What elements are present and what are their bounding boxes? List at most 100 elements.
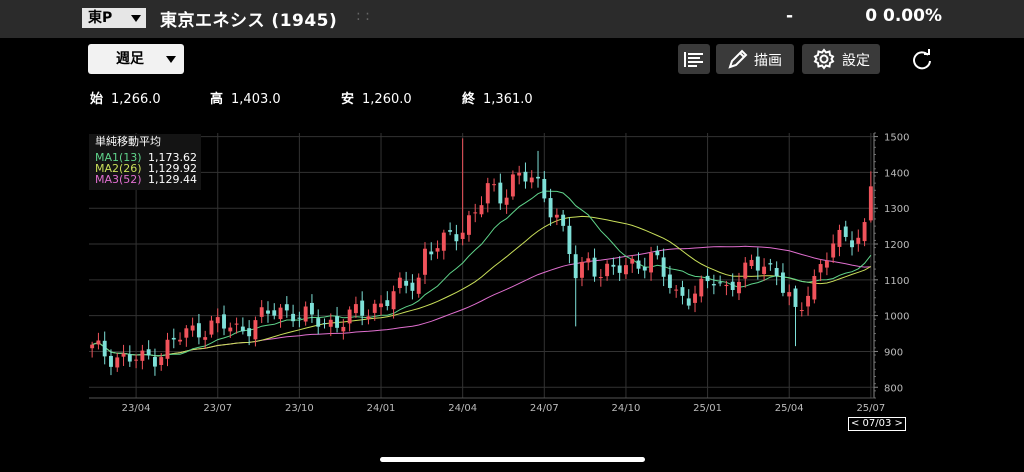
candle-body <box>498 182 503 204</box>
price-chart[interactable]: 800 900 1000 1100 1200 1300 1400 1500 23/04 23/0… <box>0 0 1024 472</box>
y-tick-label: 1100 <box>884 276 909 287</box>
y-tick-label: 800 <box>884 383 903 394</box>
x-tick-label: 24/10 <box>612 403 641 414</box>
x-tick-label: 23/04 <box>122 403 151 414</box>
candle-body <box>441 232 446 251</box>
candle-body <box>266 310 270 314</box>
candle-body <box>234 323 239 325</box>
y-tick-label: 900 <box>884 347 903 358</box>
candle-body <box>567 225 572 255</box>
candle-body <box>366 316 371 320</box>
x-tick-label: 25/04 <box>775 403 804 414</box>
ma-path <box>91 245 871 357</box>
candle-body <box>316 318 321 327</box>
ma2-line <box>91 215 872 357</box>
y-tick-label: 1500 <box>884 133 909 144</box>
candle-body <box>328 319 333 327</box>
candle-body <box>605 263 610 277</box>
y-tick-label: 1200 <box>884 240 909 251</box>
candle-body <box>222 314 226 329</box>
candle-body <box>372 303 377 313</box>
candle-body <box>322 323 327 325</box>
candle-body <box>868 186 873 221</box>
candle-body <box>297 317 302 319</box>
candle-body <box>843 226 848 237</box>
y-axis: 800 900 1000 1100 1200 1300 1400 1500 <box>873 132 909 399</box>
candle-body <box>102 340 107 357</box>
x-axis: 23/04 23/07 23/10 24/01 24/04 24/07 24/10 25/01… <box>89 397 885 414</box>
candle-body <box>215 317 220 324</box>
x-tick-label: 25/01 <box>693 403 722 414</box>
candle-body <box>159 357 164 365</box>
candle-body <box>454 234 459 242</box>
x-tick-label: 24/07 <box>530 403 559 414</box>
candle-body <box>711 284 716 286</box>
candle-body <box>705 275 710 282</box>
candle-body <box>460 232 465 239</box>
candle-body <box>699 278 704 297</box>
candle-body <box>831 243 836 258</box>
candle-body <box>190 325 195 331</box>
candle-body <box>510 174 515 197</box>
candle-body <box>737 281 741 294</box>
candle-body <box>284 304 289 311</box>
legend-name: MA3(52) <box>95 173 142 186</box>
candle-body <box>554 214 559 218</box>
candle-body <box>121 353 126 357</box>
candle-body <box>435 248 440 252</box>
candle-body <box>448 230 453 232</box>
candle-body <box>529 177 534 183</box>
candle-body <box>617 265 622 273</box>
candle-body <box>693 293 697 303</box>
candle-body <box>353 304 358 314</box>
candle-body <box>548 198 553 218</box>
candle-body <box>196 323 201 338</box>
legend-value: 1,129.44 <box>148 173 197 186</box>
candle-body <box>523 171 528 182</box>
candle-body <box>793 288 798 307</box>
candle-body <box>309 302 314 315</box>
candle-body <box>674 289 679 291</box>
candle-body <box>272 310 277 316</box>
candle-body <box>536 176 540 179</box>
candle-body <box>743 262 748 279</box>
candle-body <box>209 320 214 335</box>
legend-item-ma3: MA3(52) 1,129.44 <box>89 174 201 185</box>
date-badge[interactable]: < 07/03 > <box>848 417 906 431</box>
candle-body <box>253 320 258 340</box>
candle-body <box>818 264 823 273</box>
candle-body <box>303 306 308 322</box>
candle-body <box>391 291 396 310</box>
candle-body <box>636 260 641 269</box>
y-tick-label: 1300 <box>884 204 909 215</box>
y-tick-label: 1400 <box>884 168 909 179</box>
candle-body <box>410 282 415 291</box>
candle-body <box>755 256 760 271</box>
candle-body <box>291 313 296 322</box>
candle-body <box>341 326 346 332</box>
candle-body <box>586 258 591 263</box>
candle-body <box>623 265 628 275</box>
candle-body <box>184 328 189 338</box>
candle-body <box>385 300 390 306</box>
x-tick-label: 24/01 <box>367 403 396 414</box>
candle-body <box>824 261 829 268</box>
candle-body <box>724 284 729 287</box>
ma-legend: 単純移動平均 MA1(13) 1,173.62 MA2(26) 1,129.92… <box>89 134 201 190</box>
candle-body <box>517 172 522 176</box>
candle-body <box>90 344 95 349</box>
x-tick-label: 23/07 <box>203 403 232 414</box>
candle-body <box>592 257 597 277</box>
candle-body <box>397 277 402 289</box>
candle-body <box>140 350 145 361</box>
y-tick-label: 1000 <box>884 312 909 323</box>
candle-body <box>837 229 842 247</box>
candle-body <box>466 215 471 235</box>
ma3-line <box>91 245 871 357</box>
candle-body <box>228 327 233 332</box>
candle-body <box>611 264 616 267</box>
candle-body <box>473 212 478 214</box>
candle-body <box>812 275 817 300</box>
candle-body <box>680 287 685 296</box>
candle-body <box>542 178 547 199</box>
